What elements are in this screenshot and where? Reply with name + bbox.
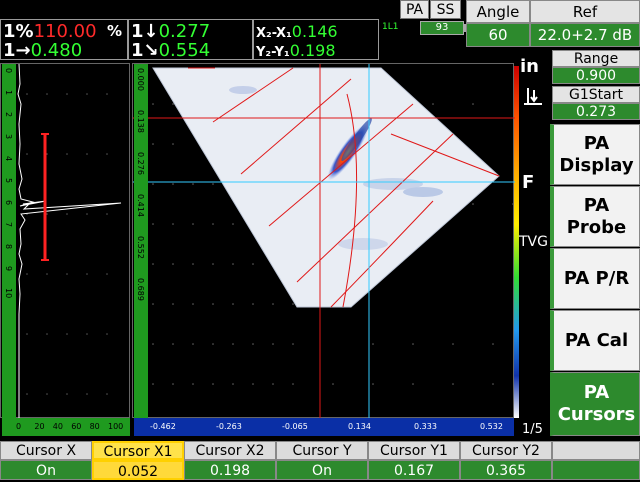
sscan-position-tick-label: -0.263 [216, 422, 242, 431]
ascan-amplitude-tick-label: 40 [52, 422, 63, 431]
menu-pa-probe[interactable]: PA Probe [550, 186, 640, 247]
cursor-x-label[interactable]: Cursor X [0, 441, 92, 460]
tab-pa[interactable]: PA [400, 0, 429, 19]
channel-indicator: 1L1 [382, 22, 399, 32]
ascan-grid [26, 93, 108, 395]
angle-label[interactable]: Angle [466, 0, 530, 23]
cursor-y1-label[interactable]: Cursor Y1 [368, 441, 460, 460]
sscan-position-tick-label: -0.462 [150, 422, 176, 431]
ascan-amplitude-tick-label: 80 [89, 422, 100, 431]
gate-start-icon [522, 86, 544, 108]
angle-value[interactable]: 60 [466, 23, 530, 47]
ascan-amplitude-tick-label: 100 [108, 422, 124, 431]
ascan-depth-tick-label: 1 [4, 90, 13, 96]
sscan-fan [153, 68, 499, 307]
sound-path-readout: 1→0.480 [3, 40, 83, 61]
readout-amplitude-panel: 1%110.00 % 1→0.480 [0, 19, 128, 60]
g1start-value[interactable]: 0.273 [552, 103, 640, 120]
menu-pa-pr[interactable]: PA P/R [550, 248, 640, 309]
sscan-position-ruler [134, 418, 514, 436]
bottom-empty-label [552, 441, 640, 460]
menu-pa-pr-label: PA P/R [563, 267, 630, 289]
menu-pa-cursors-label: PA Cursors [557, 382, 636, 425]
battery-indicator: 93 [420, 21, 464, 35]
sscan-depth-tick-label: 0.414 [136, 194, 145, 217]
y-delta-readout: Y₂-Y₁0.198 [256, 41, 336, 60]
range-value[interactable]: 0.900 [552, 67, 640, 84]
ascan-amplitude-tick-label: 0 [16, 422, 22, 431]
bottom-empty-value [552, 460, 640, 480]
cursor-y2-label[interactable]: Cursor Y2 [460, 441, 552, 460]
menu-pa-cal-label: PA Cal [564, 329, 629, 351]
gate-bar[interactable] [41, 133, 49, 261]
ref-label[interactable]: Ref [530, 0, 640, 23]
ascan-depth-ruler [2, 64, 16, 418]
cursor-x2-value[interactable]: 0.198 [184, 460, 276, 480]
unit-indicator: in [520, 56, 539, 77]
sscan-position-tick-label: 0.333 [414, 422, 437, 431]
surface-distance-readout: 1↘0.554 [131, 40, 211, 61]
ascan-plot [17, 63, 122, 419]
ascan-waveform [17, 63, 122, 419]
focus-indicator: F [522, 172, 535, 193]
depth-readout: 1↓0.277 [131, 21, 211, 42]
sscan-position-tick-label: 0.134 [348, 422, 371, 431]
sscan-depth-tick-label: 0.276 [136, 152, 145, 175]
ascan-depth-tick-label: 0 [4, 68, 13, 74]
readout-depth-panel: 1↓0.277 1↘0.554 [128, 19, 253, 60]
sscan-position-tick-label: 0.532 [480, 422, 503, 431]
ascan-depth-tick-label: 9 [4, 266, 13, 272]
ref-value[interactable]: 22.0+2.7 dB [530, 23, 640, 47]
ascan-depth-tick-label: 3 [4, 134, 13, 140]
readout-cursor-delta-panel: X₂-X₁0.146 Y₂-Y₁0.198 [253, 19, 379, 60]
ascan-depth-tick-label: 5 [4, 178, 13, 184]
cursor-x1-label[interactable]: Cursor X1 [92, 441, 184, 460]
ascan-depth-tick-label: 2 [4, 112, 13, 118]
cursor-y-label[interactable]: Cursor Y [276, 441, 368, 460]
sscan-plot [133, 64, 515, 419]
x-delta-readout: X₂-X₁0.146 [256, 22, 338, 41]
cursor-x1-value[interactable]: 0.052 [92, 460, 184, 480]
sscan-depth-tick-label: 0.138 [136, 110, 145, 133]
ascan-depth-tick-label: 8 [4, 244, 13, 250]
menu-pa-display-label: PA Display [559, 132, 634, 176]
cursor-x-value[interactable]: On [0, 460, 92, 480]
amplitude-readout: 1%110.00 % [3, 21, 123, 42]
range-label[interactable]: Range [552, 50, 640, 67]
tab-ss[interactable]: SS [430, 0, 461, 19]
cursor-x2-label[interactable]: Cursor X2 [184, 441, 276, 460]
ascan-view[interactable] [0, 63, 130, 419]
menu-pa-cal[interactable]: PA Cal [550, 310, 640, 371]
sscan-position-tick-label: -0.065 [282, 422, 308, 431]
ascan-depth-tick-label: 6 [4, 200, 13, 206]
sscan-depth-tick-label: 0.552 [136, 236, 145, 259]
cursor-y2-value[interactable]: 0.365 [460, 460, 552, 480]
sscan-depth-tick-label: 0.000 [136, 68, 145, 91]
g1start-label[interactable]: G1Start [552, 86, 640, 103]
ascan-amplitude-tick-label: 20 [34, 422, 45, 431]
ascan-depth-tick-label: 7 [4, 222, 13, 228]
sscan-depth-tick-label: 0.689 [136, 278, 145, 301]
battery-level: 93 [435, 22, 449, 33]
menu-pa-display[interactable]: PA Display [550, 124, 640, 185]
ascan-amplitude-tick-label: 60 [71, 422, 82, 431]
ascan-depth-tick-label: 4 [4, 156, 13, 162]
menu-pa-probe-label: PA Probe [566, 194, 627, 238]
tvg-indicator: TVG [519, 234, 548, 250]
sscan-view[interactable] [132, 63, 515, 419]
ascan-depth-tick-label: 10 [4, 288, 13, 299]
cursor-y1-value[interactable]: 0.167 [368, 460, 460, 480]
page-indicator: 1/5 [522, 422, 543, 437]
menu-pa-cursors[interactable]: PA Cursors [550, 372, 640, 436]
cursor-y-value[interactable]: On [276, 460, 368, 480]
